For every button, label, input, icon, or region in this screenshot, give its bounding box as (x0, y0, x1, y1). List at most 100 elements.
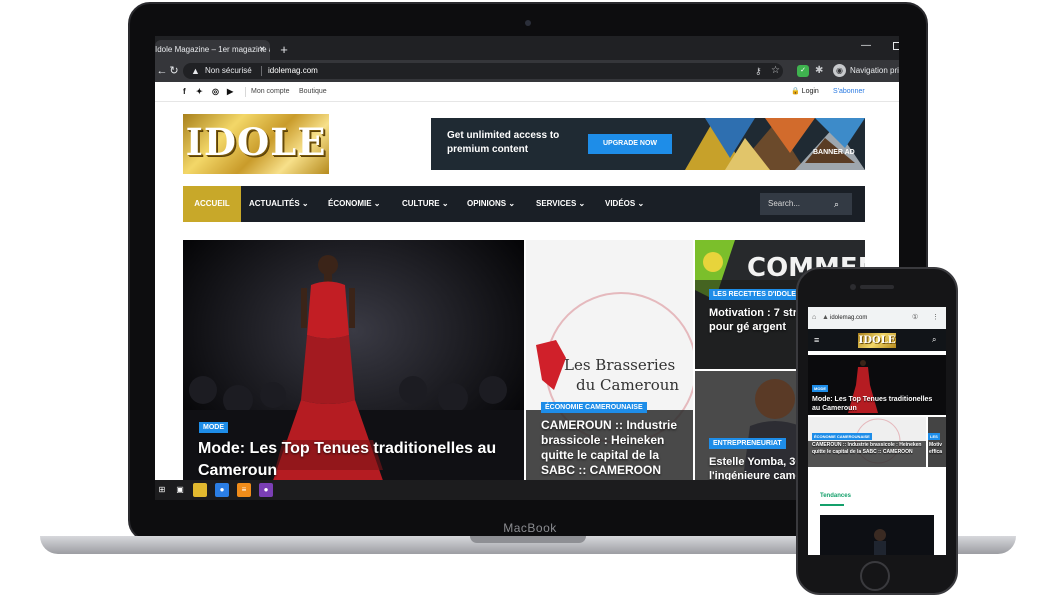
nav-news-label: ACTUALITÉS (249, 199, 300, 208)
banner-text: Get unlimited access to premium content (447, 130, 560, 155)
phone-article-second[interactable]: ÉCONOMIE CAMEROUNAISE CAMEROUN :: Indust… (808, 417, 926, 467)
shop-link[interactable]: Boutique (299, 82, 327, 102)
trending-article-image[interactable] (820, 515, 934, 555)
category-badge[interactable]: ÉCONOMIE CAMEROUNAISE (541, 402, 647, 413)
address-bar[interactable]: ▲ Non sécurisé idolemag.com ⚷ ☆ (183, 63, 783, 79)
address-divider (261, 66, 262, 76)
app-icon[interactable]: ● (259, 483, 273, 497)
window-maximize-icon[interactable] (893, 42, 899, 50)
facebook-icon[interactable]: f (183, 82, 186, 102)
category-badge[interactable]: ENTREPRENEURIAT (709, 438, 786, 449)
window-minimize-icon[interactable]: — (861, 40, 871, 51)
macbook-camera (525, 20, 531, 26)
task-view-icon[interactable]: ▣ (173, 483, 187, 497)
chevron-down-icon: ⌄ (637, 199, 645, 208)
nav-opinions-label: OPINIONS (467, 199, 507, 208)
chevron-down-icon: ⌄ (441, 199, 449, 208)
featured-main-title[interactable]: Mode: Les Top Tenues traditionelles au C… (198, 438, 518, 482)
featured-article-main[interactable]: MODE Mode: Les Top Tenues traditionelles… (183, 240, 524, 500)
phone-third-title[interactable]: Motiv effica (929, 442, 946, 456)
private-browsing-label: Navigation privée (850, 66, 899, 75)
mockup-stage: MacBook Idole Magazine – 1er magazine a … (0, 0, 1056, 606)
banner-ad[interactable]: Get unlimited access to premium content … (431, 118, 865, 170)
trending-heading: Tendances (820, 493, 851, 499)
phone-article-third[interactable]: LES Motiv effica (928, 417, 946, 467)
url-text[interactable]: idolemag.com (268, 63, 318, 79)
phone-site-header: ≡ IDOLE ⌕ (808, 329, 946, 351)
banner-art-image (685, 118, 865, 170)
youtube-icon[interactable]: ▶ (227, 82, 233, 102)
search-input[interactable]: Search... ⌕ (760, 193, 852, 215)
phone-featured-article[interactable]: MODE Mode: Les Top Tenues traditionelles… (808, 355, 946, 415)
macbook-notch (470, 536, 586, 543)
chrome-icon[interactable]: ● (215, 483, 229, 497)
bookmark-star-icon[interactable]: ☆ (771, 63, 780, 79)
new-tab-icon[interactable]: + (277, 40, 291, 60)
upgrade-now-button[interactable]: UPGRADE NOW (588, 134, 672, 154)
main-nav: ACCUEIL ACTUALITÉS ⌄ ÉCONOMIE ⌄ CULTURE … (183, 186, 865, 222)
incognito-icon[interactable]: ◉ (833, 64, 846, 77)
hamburger-menu-icon[interactable]: ≡ (814, 329, 819, 351)
phone-home-button[interactable] (860, 561, 890, 591)
nav-services-label: SERVICES (536, 199, 577, 208)
phone-screen: ⌂ ▲ idolemag.com ① ⋮ ≡ IDOLE ⌕ MODE Mode… (808, 307, 946, 555)
login-label: Login (801, 88, 819, 95)
chevron-down-icon: ⌄ (301, 199, 309, 208)
search-icon[interactable]: ⌕ (932, 329, 936, 351)
site-logo[interactable]: IDOLE (183, 114, 329, 174)
security-label: Non sécurisé (205, 66, 252, 75)
subscribe-link[interactable]: S'abonner (833, 82, 865, 102)
key-icon[interactable]: ⚷ (755, 63, 762, 79)
extension-icon[interactable]: ✓ (797, 65, 809, 77)
sublime-icon[interactable]: ≡ (237, 483, 251, 497)
os-taskbar: ⊞ ▣ ● ≡ ● (155, 480, 899, 500)
nav-services[interactable]: SERVICES ⌄ (536, 186, 585, 222)
category-badge[interactable]: MODE (812, 385, 828, 392)
nav-culture[interactable]: CULTURE ⌄ (402, 186, 449, 222)
browser-toolbar: ← ↻ ▲ Non sécurisé idolemag.com ⚷ ☆ ✓ ✱ … (155, 60, 899, 82)
file-explorer-icon[interactable] (193, 483, 207, 497)
phone-url-text[interactable]: idolemag.com (830, 307, 867, 329)
browser-tab[interactable]: Idole Magazine – 1er magazine a (155, 40, 270, 60)
chevron-down-icon: ⌄ (373, 199, 381, 208)
browser-tab-bar: Idole Magazine – 1er magazine a × + — (155, 36, 899, 60)
featured-second-title[interactable]: CAMEROUN :: Industrie brassicole : Heine… (541, 418, 691, 478)
logo-text: IDOLE (185, 120, 327, 164)
warning-icon: ▲ (822, 314, 829, 321)
phone-featured-title[interactable]: Mode: Les Top Tenues traditionelles au C… (812, 395, 942, 413)
nav-economy[interactable]: ÉCONOMIE ⌄ (328, 186, 381, 222)
home-icon[interactable]: ⌂ (812, 307, 816, 329)
menu-dots-icon[interactable]: ⋮ (932, 307, 939, 329)
twitter-icon[interactable]: ✦ (196, 82, 203, 102)
brasseries-logo-text: Les Brasseries (564, 356, 675, 374)
laptop-screen: Idole Magazine – 1er magazine a × + — ← … (155, 36, 899, 500)
warning-icon: ▲ (191, 66, 200, 76)
nav-news[interactable]: ACTUALITÉS ⌄ (249, 186, 309, 222)
category-badge[interactable]: MODE (199, 422, 228, 433)
top-strip-divider (245, 87, 246, 97)
nav-home[interactable]: ACCUEIL (183, 186, 241, 222)
login-link[interactable]: 🔒 Login (791, 82, 819, 102)
tab-close-icon[interactable]: × (256, 40, 268, 60)
search-icon[interactable]: ⌕ (834, 193, 839, 215)
nav-economy-label: ÉCONOMIE (328, 199, 372, 208)
phone-camera (850, 284, 856, 290)
phone-second-title[interactable]: CAMEROUN :: Industrie brassicole : Heine… (812, 442, 924, 456)
extensions-puzzle-icon[interactable]: ✱ (815, 63, 823, 79)
category-badge[interactable]: LES (928, 433, 940, 440)
reload-icon[interactable]: ↻ (167, 62, 181, 80)
nav-videos[interactable]: VIDÉOS ⌄ (605, 186, 644, 222)
featured-article-second[interactable]: Les Brasseries du Cameroun ÉCONOMIE CAME… (526, 240, 693, 500)
phone-address-bar[interactable]: ⌂ ▲ idolemag.com ① ⋮ (808, 307, 946, 329)
tabs-count-icon[interactable]: ① (912, 307, 918, 329)
category-badge[interactable]: LES RECETTES D'IDOLE (709, 289, 800, 300)
nav-opinions[interactable]: OPINIONS ⌄ (467, 186, 515, 222)
category-badge[interactable]: ÉCONOMIE CAMEROUNAISE (812, 433, 872, 440)
chevron-down-icon: ⌄ (578, 199, 586, 208)
start-icon[interactable]: ⊞ (155, 483, 169, 497)
phone-logo[interactable]: IDOLE (858, 333, 896, 348)
site-top-strip: f ✦ ◎ ▶ Mon compte Boutique 🔒 Login S'ab… (155, 82, 899, 102)
instagram-icon[interactable]: ◎ (212, 82, 219, 102)
macbook-label: MacBook (503, 521, 557, 535)
my-account-link[interactable]: Mon compte (251, 82, 290, 102)
